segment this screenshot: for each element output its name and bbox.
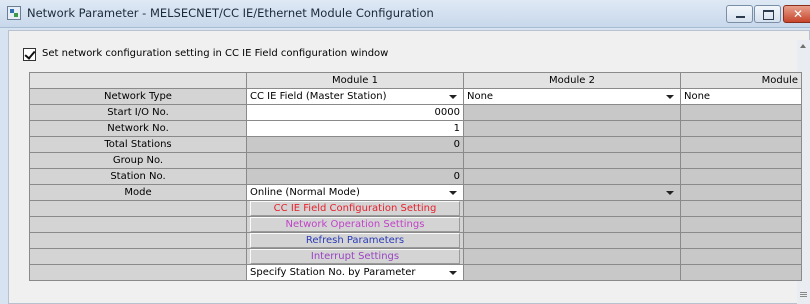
module1-network-type-select[interactable]: CC IE Field (Master Station) bbox=[246, 88, 464, 105]
module2-network-type-select[interactable]: None bbox=[463, 88, 681, 105]
module1-mode-select[interactable]: Online (Normal Mode) bbox=[246, 184, 464, 201]
row-label-empty bbox=[29, 248, 247, 265]
module2-network-type-value: None bbox=[467, 91, 494, 102]
module1-start-io-field[interactable]: 0000 bbox=[246, 104, 464, 121]
cc-ie-config-button[interactable]: CC IE Field Configuration Setting bbox=[246, 200, 464, 217]
set-network-config-label: Set network configuration setting in CC … bbox=[42, 48, 389, 59]
row-label-total-stations: Total Stations bbox=[29, 136, 247, 153]
module3-network-no-cell bbox=[680, 120, 802, 137]
row-interrupt: Interrupt Settings bbox=[29, 248, 802, 265]
module1-total-stations-value: 0 bbox=[246, 136, 464, 153]
close-icon: ✕ bbox=[793, 7, 804, 21]
scroll-grip-icon bbox=[800, 292, 807, 293]
module2-network-no-cell bbox=[463, 120, 681, 137]
row-mode: Mode Online (Normal Mode) bbox=[29, 184, 802, 201]
row-label-empty bbox=[29, 216, 247, 233]
module3-network-operation-cell bbox=[680, 216, 802, 233]
row-label-empty bbox=[29, 264, 247, 281]
interrupt-settings-button[interactable]: Interrupt Settings bbox=[246, 248, 464, 265]
row-label-network-no: Network No. bbox=[29, 120, 247, 137]
module2-cc-ie-config-cell bbox=[463, 200, 681, 217]
module3-interrupt-cell bbox=[680, 248, 802, 265]
scroll-up-arrow-icon[interactable] bbox=[800, 44, 806, 48]
dropdown-arrow-icon[interactable] bbox=[449, 191, 457, 195]
maximize-button[interactable] bbox=[754, 5, 781, 23]
row-label-mode: Mode bbox=[29, 184, 247, 201]
module2-total-stations-cell bbox=[463, 136, 681, 153]
row-group-no: Group No. bbox=[29, 152, 802, 169]
close-button[interactable]: ✕ bbox=[783, 5, 810, 23]
module3-total-stations-cell bbox=[680, 136, 802, 153]
module2-start-io-cell bbox=[463, 104, 681, 121]
row-network-type: Network Type CC IE Field (Master Station… bbox=[29, 88, 802, 105]
module3-network-type-value: None bbox=[684, 91, 711, 102]
row-start-io: Start I/O No. 0000 bbox=[29, 104, 802, 121]
network-parameter-app-icon bbox=[7, 6, 21, 20]
row-network-no: Network No. 1 bbox=[29, 120, 802, 137]
row-label-empty bbox=[29, 200, 247, 217]
module1-mode-value: Online (Normal Mode) bbox=[250, 187, 360, 198]
row-label-empty bbox=[29, 232, 247, 249]
row-station-no-method: Specify Station No. by Parameter bbox=[29, 264, 802, 281]
module3-group-no-cell bbox=[680, 152, 802, 169]
grid-corner-cell bbox=[29, 72, 247, 89]
checkbox-checked-icon[interactable] bbox=[23, 48, 36, 61]
window-titlebar[interactable]: Network Parameter - MELSECNET/CC IE/Ethe… bbox=[0, 0, 810, 28]
module1-station-no-method-value: Specify Station No. by Parameter bbox=[250, 267, 416, 278]
module2-mode-select[interactable] bbox=[463, 184, 681, 201]
dropdown-arrow-icon[interactable] bbox=[666, 191, 674, 195]
dropdown-arrow-icon[interactable] bbox=[666, 95, 674, 99]
cc-ie-config-label: CC IE Field Configuration Setting bbox=[250, 201, 460, 216]
grid-header-row: Module 1 Module 2 Module bbox=[29, 72, 802, 89]
module1-network-no-field[interactable]: 1 bbox=[246, 120, 464, 137]
window-title: Network Parameter - MELSECNET/CC IE/Ethe… bbox=[27, 6, 434, 20]
module3-network-type-select[interactable]: None bbox=[680, 88, 802, 105]
module2-station-no-cell bbox=[463, 168, 681, 185]
interrupt-settings-label: Interrupt Settings bbox=[250, 249, 460, 264]
row-refresh-params: Refresh Parameters bbox=[29, 232, 802, 249]
module2-group-no-cell bbox=[463, 152, 681, 169]
module1-station-no-method-select[interactable]: Specify Station No. by Parameter bbox=[246, 264, 464, 281]
column-header-module-3: Module bbox=[680, 72, 802, 89]
module2-station-no-method-cell bbox=[463, 264, 681, 281]
column-header-module-2: Module 2 bbox=[463, 72, 681, 89]
module3-station-no-cell bbox=[680, 168, 802, 185]
module3-refresh-params-cell bbox=[680, 232, 802, 249]
row-label-network-type: Network Type bbox=[29, 88, 247, 105]
network-operation-settings-button[interactable]: Network Operation Settings bbox=[246, 216, 464, 233]
module3-mode-cell bbox=[680, 184, 802, 201]
module1-network-type-value: CC IE Field (Master Station) bbox=[250, 91, 387, 102]
module1-station-no-value: 0 bbox=[246, 168, 464, 185]
network-operation-settings-label: Network Operation Settings bbox=[250, 217, 460, 232]
module-config-grid: Module 1 Module 2 Module Network Type CC… bbox=[29, 72, 802, 281]
module1-group-no-value bbox=[246, 152, 464, 169]
row-total-stations: Total Stations 0 bbox=[29, 136, 802, 153]
dropdown-arrow-icon[interactable] bbox=[449, 95, 457, 99]
module3-cc-ie-config-cell bbox=[680, 200, 802, 217]
module2-interrupt-cell bbox=[463, 248, 681, 265]
row-cc-ie-config: CC IE Field Configuration Setting bbox=[29, 200, 802, 217]
module3-station-no-method-cell bbox=[680, 264, 802, 281]
refresh-parameters-label: Refresh Parameters bbox=[250, 233, 460, 248]
row-station-no: Station No. 0 bbox=[29, 168, 802, 185]
row-label-start-io: Start I/O No. bbox=[29, 104, 247, 121]
column-header-module-1: Module 1 bbox=[246, 72, 464, 89]
module2-refresh-params-cell bbox=[463, 232, 681, 249]
module2-network-operation-cell bbox=[463, 216, 681, 233]
dropdown-arrow-icon[interactable] bbox=[449, 271, 457, 275]
module3-start-io-cell bbox=[680, 104, 802, 121]
row-label-station-no: Station No. bbox=[29, 168, 247, 185]
row-network-operation: Network Operation Settings bbox=[29, 216, 802, 233]
row-label-group-no: Group No. bbox=[29, 152, 247, 169]
refresh-parameters-button[interactable]: Refresh Parameters bbox=[246, 232, 464, 249]
minimize-button[interactable] bbox=[726, 5, 753, 23]
